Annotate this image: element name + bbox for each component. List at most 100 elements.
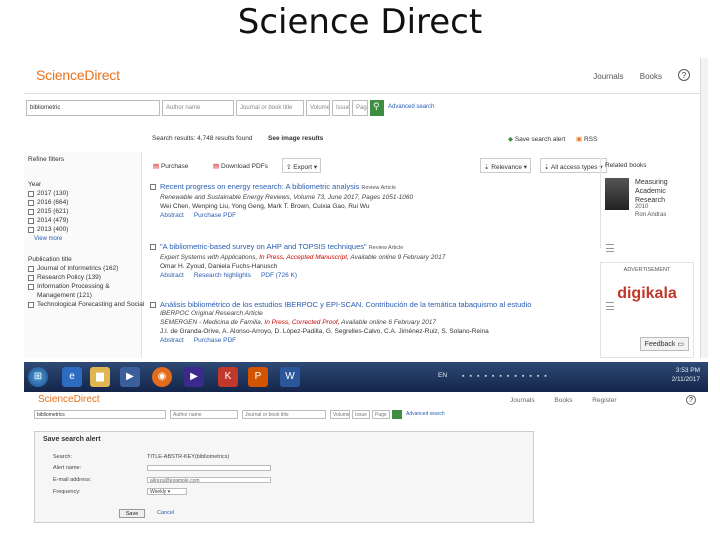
top-nav: Journals Books — [579, 72, 662, 81]
checkbox[interactable] — [28, 301, 34, 308]
refine-heading: Refine filters — [28, 156, 65, 163]
pub-filter-tech-forecasting[interactable]: Technological Forecasting and Social — [28, 301, 144, 308]
advanced-search-link[interactable]: Advanced search — [406, 411, 445, 417]
checkbox[interactable] — [28, 208, 34, 215]
alert-name-input[interactable] — [147, 465, 271, 471]
result-title[interactable]: "A bibliometric-based survey on AHP and … — [160, 242, 367, 251]
volume-input[interactable]: Volume — [330, 410, 350, 419]
search-button[interactable] — [392, 410, 402, 419]
result-checkbox[interactable] — [150, 302, 156, 308]
help-icon[interactable]: ? — [678, 69, 690, 81]
result-checkbox[interactable] — [150, 184, 156, 190]
digikala-ad-logo[interactable]: digikala — [601, 285, 693, 303]
nav-register[interactable]: Register — [592, 397, 616, 404]
start-button-icon[interactable]: ⊞ — [28, 367, 48, 387]
system-tray-icons[interactable]: ▪▪▪▪▪▪▪▪▪▪▪▪ — [462, 373, 552, 380]
book-title-link[interactable]: Measuring Academic Research — [635, 178, 695, 205]
book-cover-image[interactable] — [605, 178, 629, 210]
author-input[interactable]: Author name — [170, 410, 238, 419]
checkbox[interactable] — [28, 265, 34, 272]
year-filter-2015[interactable]: 2015 (621) — [28, 208, 141, 215]
result-title[interactable]: Análisis bibliométrico de los estudios I… — [160, 300, 610, 309]
year-filter-2017[interactable]: 2017 (130) — [28, 190, 141, 197]
purchase-button[interactable]: ▤ Purchase — [150, 158, 191, 173]
checkbox[interactable] — [28, 283, 34, 290]
language-indicator[interactable]: EN — [438, 372, 447, 379]
issue-input[interactable]: Issue — [332, 100, 350, 116]
checkbox[interactable] — [28, 190, 34, 197]
help-icon[interactable]: ? — [686, 395, 696, 405]
pub-filter-info-processing-cont: Management (121) — [37, 292, 92, 299]
purchase-pdf-link[interactable]: Purchase PDF — [194, 337, 236, 344]
nav-books[interactable]: Books — [640, 72, 662, 81]
system-clock[interactable]: 3:53 PM 2/11/2017 — [672, 366, 700, 384]
clock-time: 3:53 PM — [675, 367, 700, 374]
year-filter-2014[interactable]: 2014 (479) — [28, 217, 141, 224]
download-pdfs-button[interactable]: ▤ Download PDFs — [210, 158, 271, 173]
save-search-alert-link[interactable]: Save search alert — [508, 135, 566, 143]
result-source: Renewable and Sustainable Energy Reviews… — [160, 194, 414, 201]
see-image-results-link[interactable]: See image results — [268, 135, 323, 142]
powerpoint-icon[interactable]: P — [248, 367, 268, 387]
abstract-link[interactable]: Abstract — [160, 212, 184, 219]
scrollbar[interactable] — [700, 58, 708, 358]
journal-input[interactable]: Journal or book title — [236, 100, 304, 116]
volume-input[interactable]: Volume — [306, 100, 330, 116]
chevron-down-icon: ▾ — [312, 164, 318, 171]
pub-filter-info-processing[interactable]: Information Processing & — [28, 283, 141, 290]
sciencedirect-logo[interactable]: ScienceDirect — [38, 394, 100, 405]
issue-input[interactable]: Issue — [352, 410, 370, 419]
search-button[interactable] — [370, 100, 384, 116]
keywords-input[interactable]: bibliometrics — [34, 410, 166, 419]
nav-journals[interactable]: Journals — [593, 72, 623, 81]
filter-icon: ⇣ — [544, 164, 551, 171]
purchase-pdf-link[interactable]: Purchase PDF — [194, 212, 236, 219]
checkbox[interactable] — [28, 199, 34, 206]
advertisement-label: ADVERTISEMENT — [623, 267, 671, 273]
year-view-more-link[interactable]: View more — [34, 236, 141, 242]
email-input[interactable]: alireza@example.com — [147, 477, 271, 483]
abstract-link[interactable]: Abstract — [160, 337, 184, 344]
journal-input[interactable]: Journal or book title — [242, 410, 326, 419]
abstract-link[interactable]: Abstract — [160, 272, 184, 279]
file-explorer-icon[interactable]: ▆ — [90, 367, 110, 387]
advanced-search-link[interactable]: Advanced search — [388, 104, 434, 110]
checkbox[interactable] — [28, 217, 34, 224]
rss-link[interactable]: RSS — [576, 135, 597, 143]
nav-books[interactable]: Books — [554, 397, 572, 404]
result-title[interactable]: Recent progress on energy research: A bi… — [160, 182, 359, 191]
email-label: E-mail address: — [53, 477, 92, 483]
page-input[interactable]: Page — [352, 100, 368, 116]
nav-journals[interactable]: Journals — [510, 397, 535, 404]
media-player-icon[interactable]: ▶ — [120, 367, 140, 387]
cancel-link[interactable]: Cancel — [157, 510, 174, 516]
pub-filter-informetrics[interactable]: Journal of Informetrics (162) — [28, 265, 141, 272]
research-highlights-link[interactable]: Research highlights — [194, 272, 251, 279]
k-app-icon[interactable]: K — [218, 367, 238, 387]
word-icon[interactable]: W — [280, 367, 300, 387]
keywords-input[interactable]: bibliometric — [26, 100, 160, 116]
result-checkbox[interactable] — [150, 244, 156, 250]
frequency-select[interactable]: Weekly ▾ — [147, 488, 187, 495]
author-input[interactable]: Author name — [162, 100, 234, 116]
save-button[interactable]: Save — [119, 509, 145, 518]
firefox-icon[interactable]: ◉ — [152, 367, 172, 387]
play-icon[interactable]: ▶ — [184, 367, 204, 387]
access-type-dropdown[interactable]: ⇣ All access types ▾ — [540, 158, 607, 173]
sciencedirect-logo[interactable]: ScienceDirect — [36, 67, 120, 83]
page-input[interactable]: Page — [372, 410, 390, 419]
download-icon: ▤ — [213, 163, 221, 170]
internet-explorer-icon[interactable]: e — [62, 367, 82, 387]
checkbox[interactable] — [28, 274, 34, 281]
export-button[interactable]: ⇪ Export ▾ — [282, 158, 322, 173]
feedback-button[interactable]: Feedback ▭ — [639, 337, 689, 351]
pub-filter-research-policy[interactable]: Research Policy (139) — [28, 274, 141, 281]
year-filter-2013[interactable]: 2013 (400) — [28, 226, 141, 233]
year-filter-2016[interactable]: 2016 (664) — [28, 199, 141, 206]
search-query-value: TITLE-ABSTR-KEY(bibliometrics) — [147, 454, 230, 460]
result-links: Abstract Purchase PDF — [160, 211, 610, 220]
search-bar: bibliometric Author name Journal or book… — [24, 100, 694, 118]
pdf-link[interactable]: PDF (726 K) — [261, 272, 297, 279]
checkbox[interactable] — [28, 226, 34, 233]
sort-relevance-dropdown[interactable]: ⇣ Relevance ▾ — [480, 158, 532, 173]
